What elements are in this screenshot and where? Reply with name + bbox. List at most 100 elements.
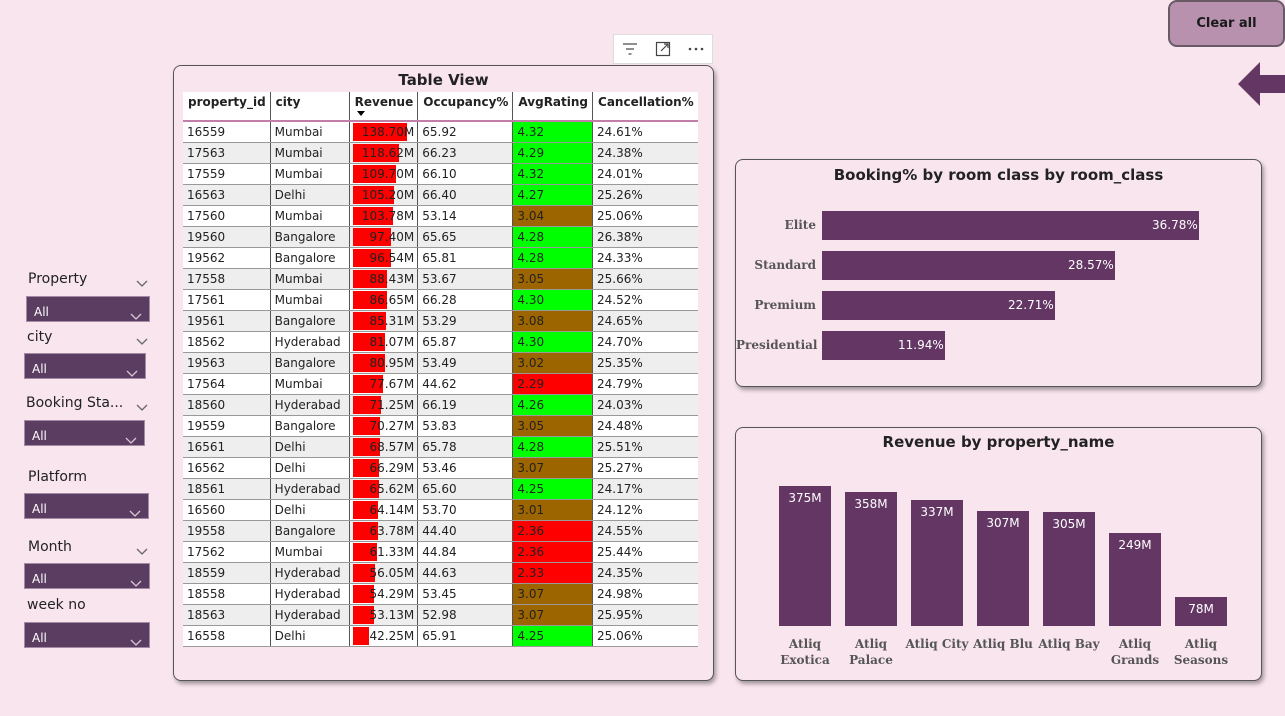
- property-name-line: Atliq Bay: [1038, 637, 1100, 651]
- revenue-value: 81.07M: [369, 334, 415, 349]
- table-row[interactable]: 17563 Mumbai 118.62M 66.23 4.29 24.38%: [183, 142, 698, 164]
- property-id-cell: 18560: [183, 394, 271, 416]
- avg-rating-cell: 4.25: [512, 625, 594, 647]
- cancellation-cell: 25.06%: [592, 205, 698, 227]
- table-row[interactable]: 18562 Hyderabad 81.07M 65.87 4.30 24.70%: [183, 331, 698, 353]
- column-header-cancellation[interactable]: Cancellation%: [592, 92, 698, 122]
- avg-rating-cell: 2.33: [512, 562, 594, 584]
- back-arrow-icon[interactable]: [1238, 60, 1285, 108]
- cancellation-cell: 25.26%: [592, 184, 698, 206]
- table-row[interactable]: 16560 Delhi 64.14M 53.70 3.01 24.12%: [183, 499, 698, 521]
- city-cell: Bangalore: [270, 247, 350, 269]
- cancellation-cell: 24.98%: [592, 583, 698, 605]
- property-id-cell: 16563: [183, 184, 271, 206]
- chevron-down-icon[interactable]: [136, 273, 148, 287]
- revenue-cell: 81.07M: [349, 331, 419, 353]
- column-header-label: Revenue: [354, 95, 414, 109]
- table-row[interactable]: 17558 Mumbai 88.43M 53.67 3.05 25.66%: [183, 268, 698, 290]
- table-row[interactable]: 16563 Delhi 105.20M 66.40 4.27 25.26%: [183, 184, 698, 206]
- avg-rating-cell: 2.36: [512, 541, 594, 563]
- table-row[interactable]: 18560 Hyderabad 71.25M 66.19 4.26 24.03%: [183, 394, 698, 416]
- table-row[interactable]: 17560 Mumbai 103.78M 53.14 3.04 25.06%: [183, 205, 698, 227]
- city-cell: Delhi: [270, 457, 350, 479]
- slicer-dropdown-week-no[interactable]: All: [24, 622, 150, 648]
- table-row[interactable]: 19560 Bangalore 97.40M 65.65 4.28 26.38%: [183, 226, 698, 248]
- table-row[interactable]: 19563 Bangalore 80.95M 53.49 3.02 25.35%: [183, 352, 698, 374]
- cancellation-cell: 24.01%: [592, 163, 698, 185]
- chevron-down-icon[interactable]: [136, 397, 148, 411]
- booking-value-label: 36.78%: [1152, 218, 1198, 232]
- slicer-dropdown-month[interactable]: All: [24, 563, 150, 589]
- avg-rating-cell: 4.32: [512, 121, 594, 143]
- property-name-line: Atliq: [1118, 637, 1152, 651]
- occupancy-cell: 44.84: [417, 541, 514, 563]
- cancellation-cell: 25.44%: [592, 541, 698, 563]
- table-row[interactable]: 18558 Hyderabad 54.29M 53.45 3.07 24.98%: [183, 583, 698, 605]
- avg-rating-cell: 4.32: [512, 163, 594, 185]
- table-row[interactable]: 17559 Mumbai 109.70M 66.10 4.32 24.01%: [183, 163, 698, 185]
- revenue-value: 54.29M: [369, 586, 415, 601]
- avg-rating-cell: 2.29: [512, 373, 594, 395]
- table-row[interactable]: 18561 Hyderabad 65.62M 65.60 4.25 24.17%: [183, 478, 698, 500]
- slicer-dropdown-booking-sta[interactable]: All: [24, 420, 145, 446]
- cancellation-cell: 24.03%: [592, 394, 698, 416]
- chevron-down-icon[interactable]: [136, 541, 148, 555]
- property-name-line: Grands: [1110, 653, 1160, 667]
- column-header-revenue[interactable]: Revenue: [349, 92, 419, 122]
- column-header-avgrating[interactable]: AvgRating: [512, 92, 594, 122]
- occupancy-cell: 65.87: [417, 331, 514, 353]
- table-row[interactable]: 16562 Delhi 66.29M 53.46 3.07 25.27%: [183, 457, 698, 479]
- column-header-property-id[interactable]: property_id: [183, 92, 271, 122]
- slicer-label-city: city: [27, 329, 53, 345]
- table-row[interactable]: 18563 Hyderabad 53.13M 52.98 3.07 25.95%: [183, 604, 698, 626]
- column-header-occupancy[interactable]: Occupancy%: [417, 92, 514, 122]
- revenue-value: 61.33M: [369, 544, 415, 559]
- property-id-cell: 17560: [183, 205, 271, 227]
- booking-bar[interactable]: [822, 211, 1199, 240]
- sort-descending-icon[interactable]: [356, 111, 365, 116]
- slicer-dropdown-city[interactable]: All: [24, 353, 146, 379]
- occupancy-cell: 53.83: [417, 415, 514, 437]
- revenue-value-label: 78M: [1188, 602, 1214, 616]
- focus-mode-icon[interactable]: [647, 35, 680, 63]
- table-row[interactable]: 16561 Delhi 68.57M 65.78 4.28 25.51%: [183, 436, 698, 458]
- clear-all-button[interactable]: Clear all: [1168, 0, 1285, 47]
- table-row[interactable]: 19558 Bangalore 63.78M 44.40 2.36 24.55%: [183, 520, 698, 542]
- cancellation-cell: 25.51%: [592, 436, 698, 458]
- property-id-cell: 18559: [183, 562, 271, 584]
- chevron-down-icon: [130, 306, 142, 320]
- revenue-value: 63.78M: [369, 523, 415, 538]
- city-cell: Mumbai: [270, 373, 350, 395]
- column-header-city[interactable]: city: [270, 92, 350, 122]
- table-row[interactable]: 19561 Bangalore 85.31M 53.29 3.08 24.65%: [183, 310, 698, 332]
- slicer-dropdown-platform[interactable]: All: [24, 493, 149, 519]
- avg-rating-cell: 3.04: [512, 205, 594, 227]
- table-row[interactable]: 19559 Bangalore 70.27M 53.83 3.05 24.48%: [183, 415, 698, 437]
- property-name-line: Atliq: [854, 637, 888, 651]
- table-row[interactable]: 17561 Mumbai 86.65M 66.28 4.30 24.52%: [183, 289, 698, 311]
- revenue-chart-card: Revenue by property_name 375M Atliq Exotic…: [735, 427, 1262, 681]
- table-row[interactable]: 16559 Mumbai 138.70M 65.92 4.32 24.61%: [183, 121, 698, 143]
- revenue-value: 138.70M: [361, 125, 415, 139]
- table-row[interactable]: 19562 Bangalore 96.54M 65.81 4.28 24.33%: [183, 247, 698, 269]
- city-cell: Bangalore: [270, 226, 350, 248]
- avg-rating-cell: 4.26: [512, 394, 594, 416]
- table-row[interactable]: 17562 Mumbai 61.33M 44.84 2.36 25.44%: [183, 541, 698, 563]
- occupancy-cell: 53.46: [417, 457, 514, 479]
- slicer-dropdown-property[interactable]: All: [26, 296, 150, 322]
- filter-icon[interactable]: [614, 35, 647, 63]
- avg-rating-cell: 3.07: [512, 604, 594, 626]
- property-name-line: Seasons: [1173, 653, 1229, 667]
- revenue-bar[interactable]: [845, 492, 897, 626]
- revenue-cell: 71.25M: [349, 394, 419, 416]
- more-options-icon[interactable]: [679, 35, 712, 63]
- revenue-cell: 85.31M: [349, 310, 419, 332]
- city-cell: Delhi: [270, 625, 350, 647]
- table-row[interactable]: 18559 Hyderabad 56.05M 44.63 2.33 24.35%: [183, 562, 698, 584]
- revenue-bar[interactable]: [779, 486, 831, 626]
- table-row[interactable]: 16558 Delhi 42.25M 65.91 4.25 25.06%: [183, 625, 698, 647]
- occupancy-cell: 65.78: [417, 436, 514, 458]
- table-row[interactable]: 17564 Mumbai 77.67M 44.62 2.29 24.79%: [183, 373, 698, 395]
- chevron-down-icon[interactable]: [136, 331, 148, 345]
- cancellation-cell: 25.66%: [592, 268, 698, 290]
